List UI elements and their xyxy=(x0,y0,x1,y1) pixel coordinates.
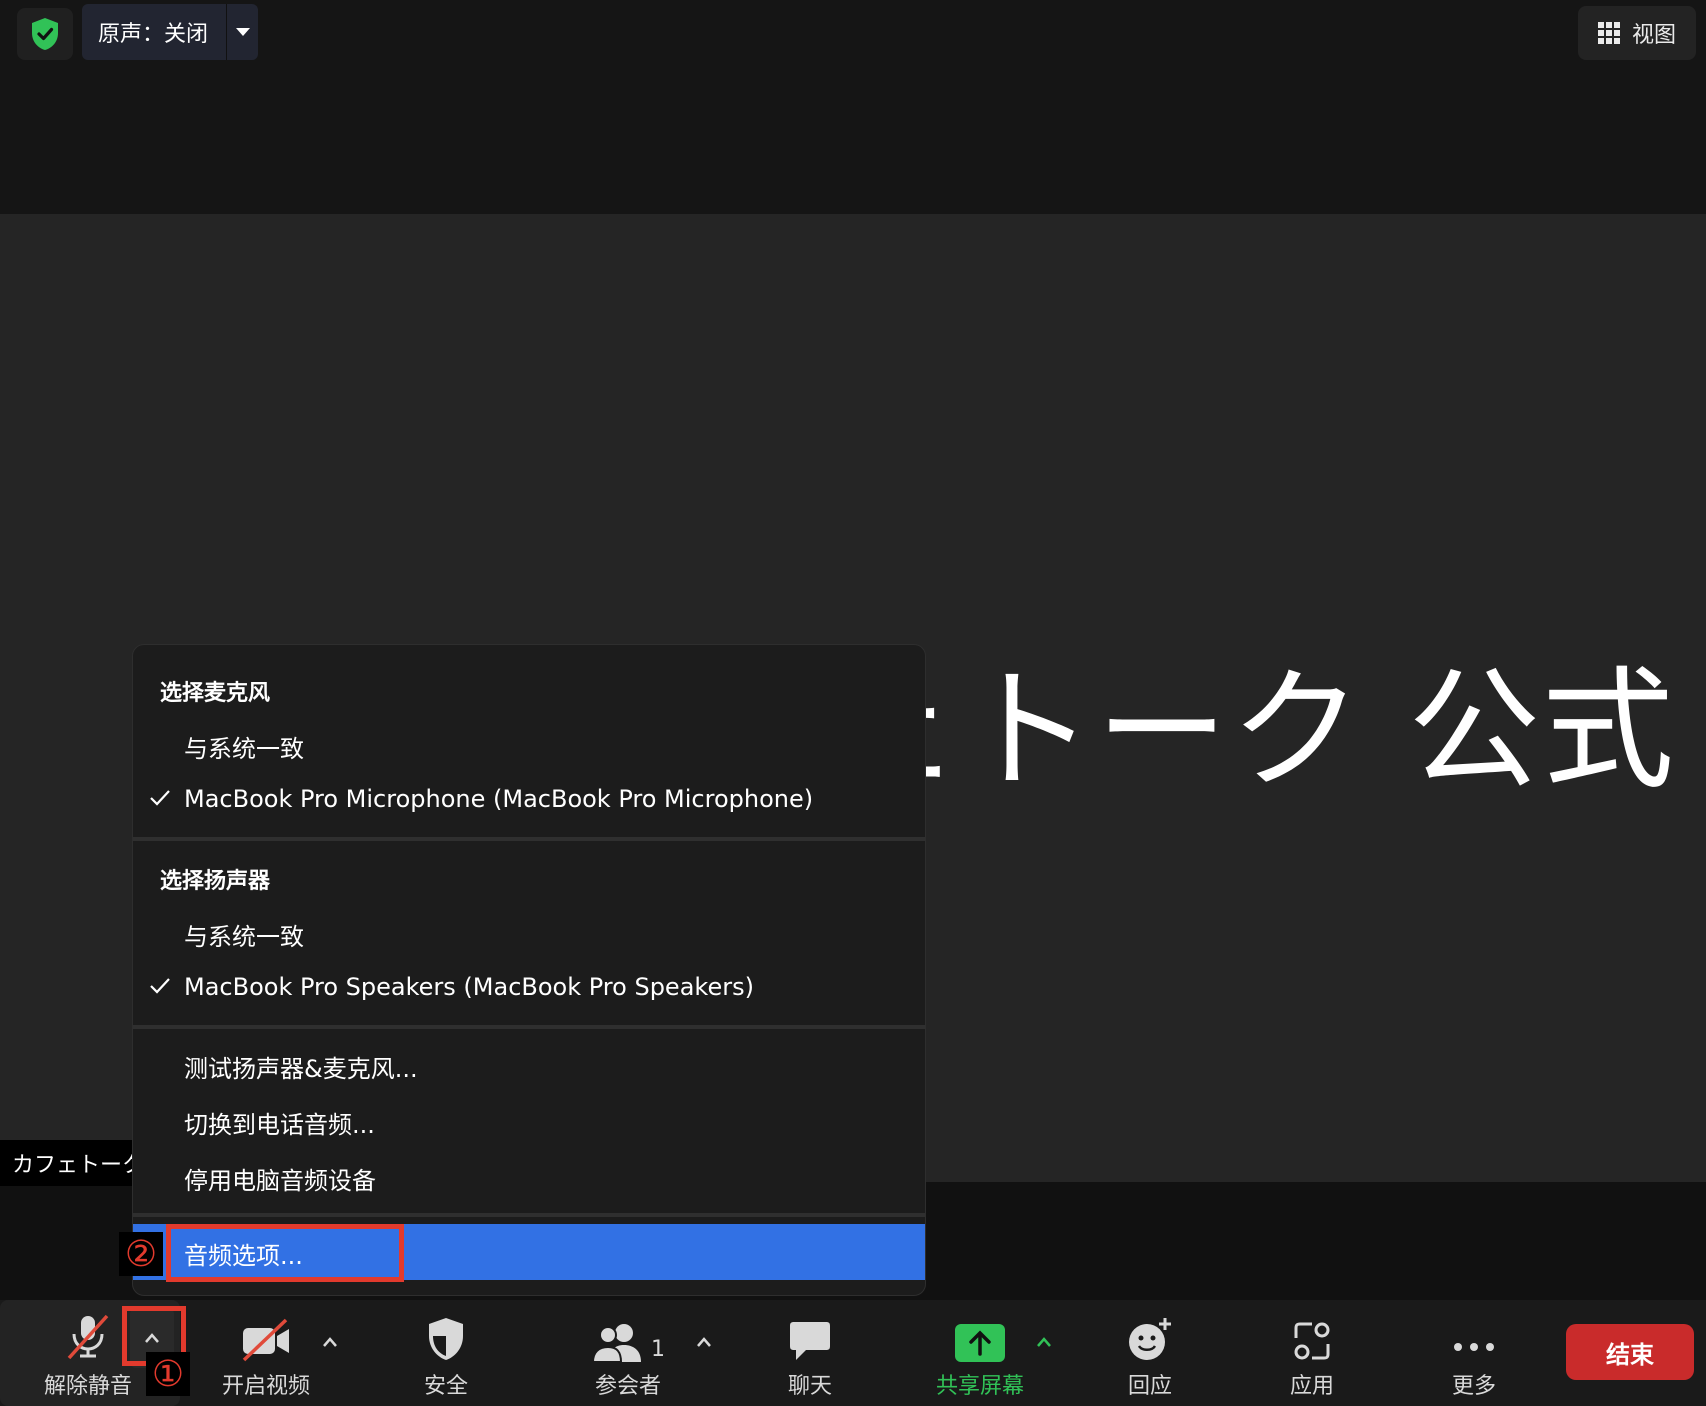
meeting-toolbar: 解除静音 开启视频 安全 1 参会者 聊天 共享屏幕 回应 应用 更多 结束 xyxy=(0,1300,1706,1406)
checkmark-icon xyxy=(150,790,170,806)
emoji-add-icon xyxy=(1129,1318,1171,1360)
speaker-same-as-system-item[interactable]: 与系统一致 xyxy=(184,917,304,952)
menu-divider xyxy=(133,1025,925,1029)
top-bar: 原声：关闭 视图 xyxy=(0,0,1706,214)
menu-divider xyxy=(133,1213,925,1217)
encryption-shield-button[interactable] xyxy=(17,8,73,60)
start-video-button[interactable]: 开启视频 xyxy=(206,1300,326,1406)
view-label: 视图 xyxy=(1631,23,1676,48)
chevron-up-icon xyxy=(697,1337,711,1347)
checkmark-icon xyxy=(150,978,170,994)
test-speaker-mic-item[interactable]: 测试扬声器&麦克风... xyxy=(184,1049,418,1084)
annotation-highlight-audio-options xyxy=(166,1224,404,1282)
annotation-step-1: ① xyxy=(146,1352,190,1396)
end-meeting-button[interactable]: 结束 xyxy=(1566,1324,1694,1380)
share-screen-icon xyxy=(955,1324,1005,1362)
chat-label: 聊天 xyxy=(787,1374,832,1399)
video-off-icon xyxy=(242,1318,289,1362)
original-sound-label: 原声：关闭 xyxy=(98,22,209,47)
reactions-label: 回应 xyxy=(1127,1374,1172,1399)
mic-same-as-system-item[interactable]: 与系统一致 xyxy=(184,729,304,764)
mic-macbook-pro-item[interactable]: MacBook Pro Microphone (MacBook Pro Micr… xyxy=(184,785,813,813)
chat-bubble-icon xyxy=(790,1322,830,1360)
apps-icon xyxy=(1294,1322,1330,1360)
security-shield-icon xyxy=(429,1318,463,1360)
name-tag-text: カフェトーク xyxy=(12,1153,140,1178)
select-speaker-header: 选择扬声器 xyxy=(160,869,271,894)
share-options-caret-button[interactable] xyxy=(1024,1322,1064,1362)
participant-name-tag: カフェトーク xyxy=(0,1140,140,1186)
video-options-caret-button[interactable] xyxy=(310,1322,350,1362)
caret-down-icon xyxy=(235,28,250,36)
participants-count: 1 xyxy=(651,1337,665,1362)
shield-check-icon xyxy=(32,18,58,50)
original-sound-toggle[interactable]: 原声：关闭 xyxy=(82,4,258,60)
unmute-label: 解除静音 xyxy=(43,1374,132,1399)
share-screen-button[interactable]: 共享屏幕 xyxy=(930,1300,1030,1406)
original-sound-dropdown[interactable] xyxy=(227,27,258,37)
menu-divider xyxy=(133,837,925,841)
security-label: 安全 xyxy=(423,1374,468,1399)
chevron-up-icon xyxy=(323,1337,337,1347)
annotation-step-2: ② xyxy=(119,1232,163,1276)
reactions-button[interactable]: 回应 xyxy=(1100,1300,1200,1406)
chat-button[interactable]: 聊天 xyxy=(760,1300,860,1406)
participants-button[interactable]: 1 参会者 xyxy=(578,1300,678,1406)
participants-icon xyxy=(591,1324,641,1362)
apps-label: 应用 xyxy=(1289,1374,1334,1399)
start-video-label: 开启视频 xyxy=(221,1374,310,1399)
participants-options-caret-button[interactable] xyxy=(684,1322,724,1362)
chevron-up-icon xyxy=(1037,1337,1051,1347)
switch-to-phone-audio-item[interactable]: 切换到电话音频... xyxy=(184,1105,375,1140)
security-button[interactable]: 安全 xyxy=(396,1300,496,1406)
grid-icon xyxy=(1597,22,1620,44)
more-label: 更多 xyxy=(1451,1374,1496,1399)
participants-label: 参会者 xyxy=(594,1374,661,1399)
leave-computer-audio-item[interactable]: 停用电脑音频设备 xyxy=(184,1161,376,1196)
more-button[interactable]: 更多 xyxy=(1424,1300,1524,1406)
share-screen-label: 共享屏幕 xyxy=(935,1374,1024,1399)
more-dots-icon xyxy=(1454,1343,1494,1351)
apps-button[interactable]: 应用 xyxy=(1262,1300,1362,1406)
speaker-macbook-pro-item[interactable]: MacBook Pro Speakers (MacBook Pro Speake… xyxy=(184,973,754,1001)
select-microphone-header: 选择麦克风 xyxy=(160,681,271,706)
view-button[interactable]: 视图 xyxy=(1578,6,1696,60)
muted-mic-icon xyxy=(67,1314,109,1360)
audio-settings-menu: 选择麦克风 与系统一致 MacBook Pro Microphone (MacB… xyxy=(132,644,926,1296)
